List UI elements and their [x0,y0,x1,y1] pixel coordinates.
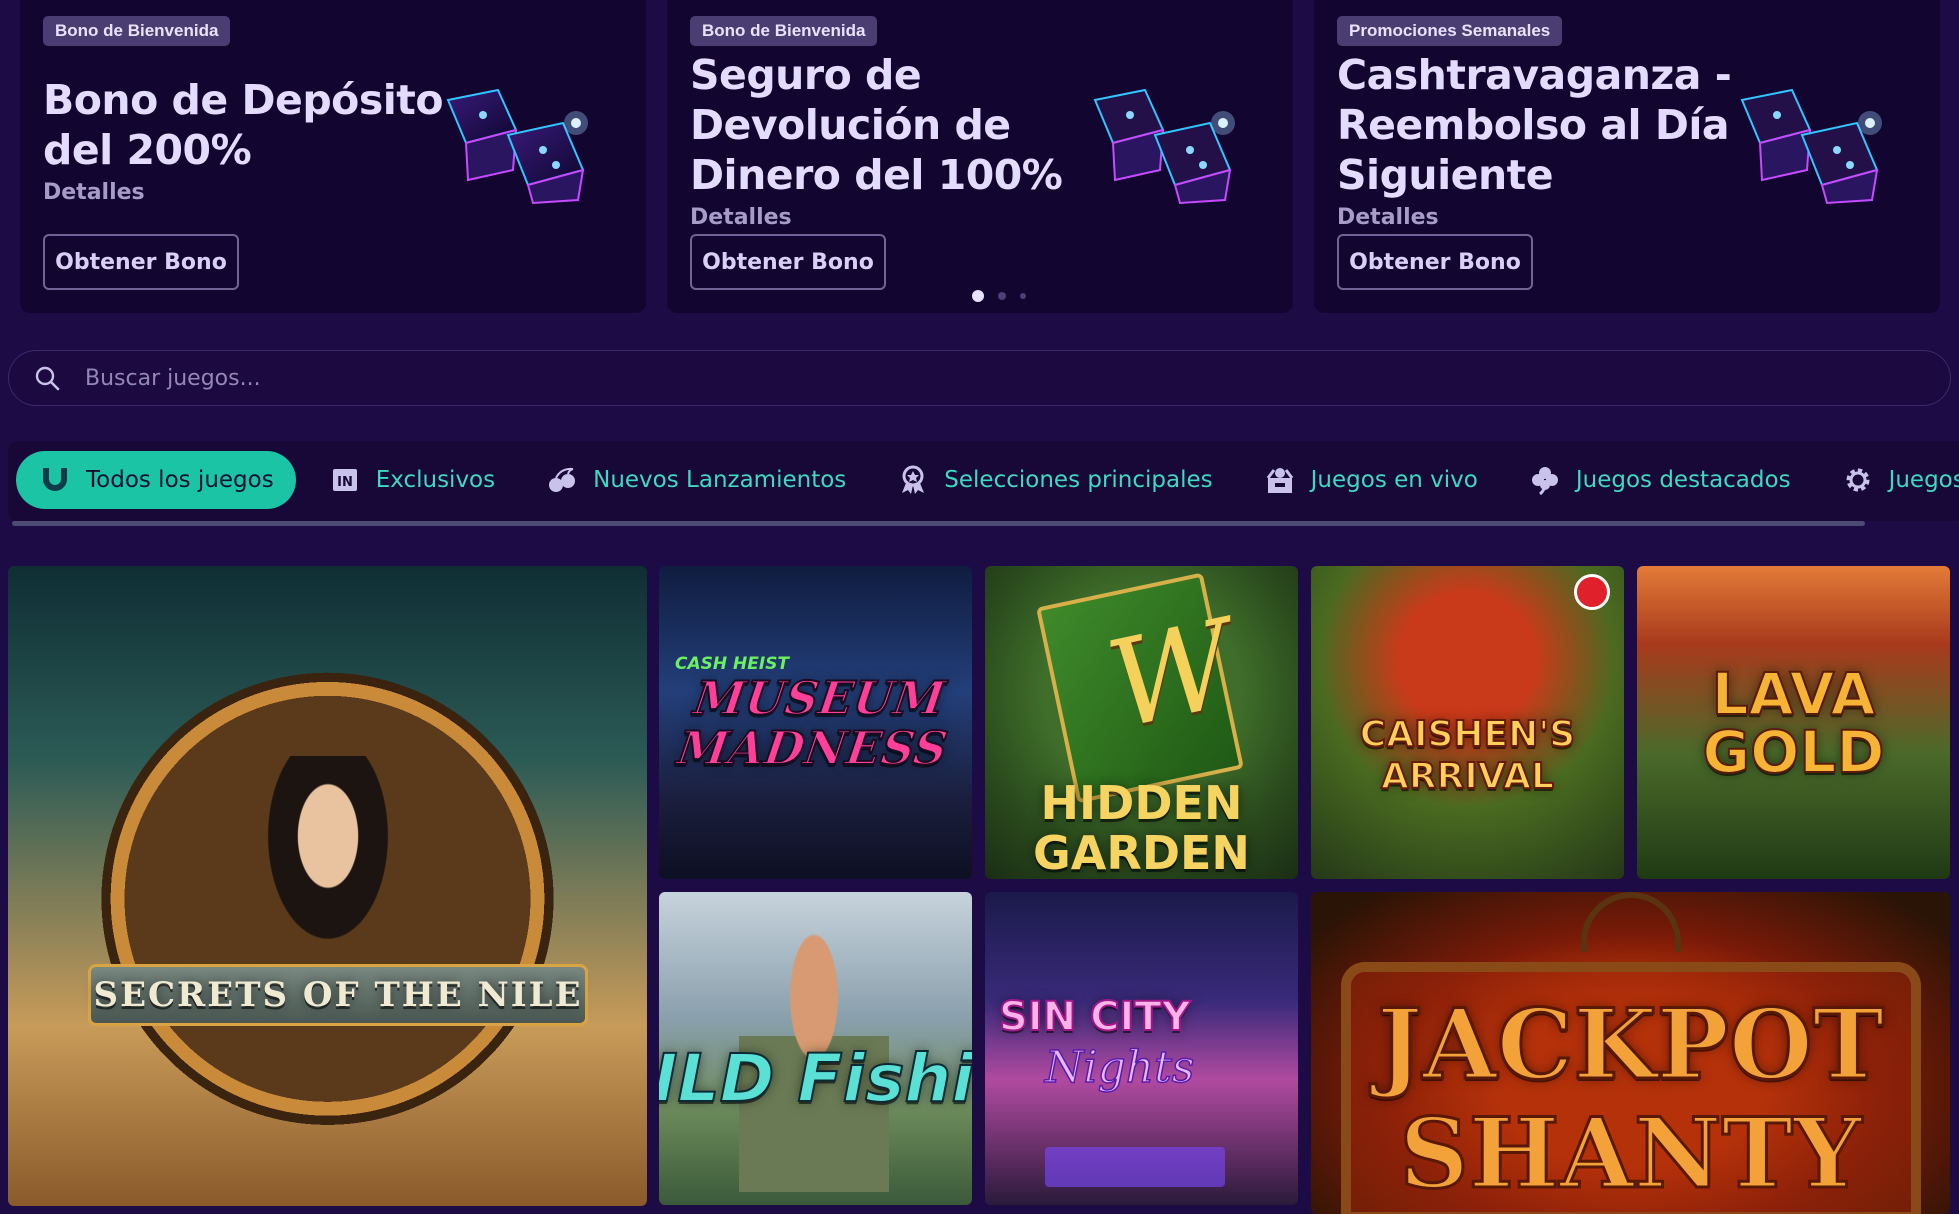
promo-title: Seguro de Devolución de Dinero del 100% [690,51,1063,199]
clover-icon [1530,465,1560,495]
game-art [1045,1147,1225,1187]
game-tile-hidden-garden[interactable]: W HIDDEN GARDEN [985,566,1298,879]
game-title-top: SIN CITY [998,994,1192,1040]
dice-icon [1093,88,1235,205]
promo-carousel: Bono de Bienvenida Bono de Depósito del … [0,0,1959,315]
carousel-dot-1[interactable] [972,290,984,302]
get-bonus-button[interactable]: Obtener Bono [690,234,886,290]
tab-featured-games[interactable]: Juegos destacados [1514,451,1809,509]
ship-wheel-icon [1581,892,1681,952]
game-title: MUSEUM MADNESS [673,670,952,776]
svg-text:IN: IN [337,475,353,490]
gear-icon [1843,465,1873,495]
tab-label: Juegos espec [1888,467,1959,493]
game-tile-museum-madness[interactable]: CASH HEIST MUSEUM MADNESS [659,566,972,879]
game-tile-jackpot-shanty[interactable]: JACKPOT SHANTY [1311,892,1950,1214]
game-title-plate: SECRETS OF THE NILE [88,964,588,1026]
tab-all-games[interactable]: Todos los juegos [16,451,296,509]
promo-details-link[interactable]: Detalles [43,180,145,205]
dice-icon [446,88,588,205]
tab-special-games[interactable]: Juegos espec [1827,451,1959,509]
carousel-pagination [972,290,1026,302]
game-tile-lava-gold[interactable]: LAVA GOLD [1637,566,1950,879]
promo-details-link[interactable]: Detalles [1337,205,1439,230]
game-title: SECRETS OF THE NILE [93,975,583,1015]
game-tile-wild-fishing[interactable]: ILD Fishi [659,892,972,1205]
game-tile-secrets-of-the-nile[interactable]: SECRETS OF THE NILE [8,566,647,1206]
game-title: SHANTY [1398,1096,1863,1212]
tab-label: Selecciones principales [944,467,1213,493]
search-icon [17,350,77,406]
game-title-top: JACKPOT [1376,988,1886,1101]
exclusive-icon: IN [330,465,360,495]
get-bonus-button[interactable]: Obtener Bono [43,234,239,290]
promo-title: Bono de Depósito del 200% [43,76,444,174]
tab-new-releases[interactable]: Nuevos Lanzamientos [531,451,864,509]
carousel-dot-2[interactable] [998,292,1006,300]
tab-label: Exclusivos [375,467,496,493]
tab-label: Nuevos Lanzamientos [593,467,847,493]
award-ribbon-icon [898,465,928,495]
tab-label: Juegos en vivo [1310,467,1478,493]
tab-live-games[interactable]: Juegos en vivo [1249,451,1496,509]
promo-card-cashback-insurance[interactable]: Bono de Bienvenida Seguro de Devolución … [667,0,1293,313]
promo-card-cashtravaganza[interactable]: Promociones Semanales Cashtravaganza - R… [1314,0,1940,313]
dice-icon [1740,88,1882,205]
provider-badge-icon [1574,574,1610,610]
promo-badge: Bono de Bienvenida [690,16,878,46]
category-scrollbar[interactable] [12,521,1865,526]
game-tile-sin-city-nights[interactable]: SIN CITY Nights [985,892,1298,1205]
search-input[interactable] [77,365,1950,391]
horseshoe-icon [40,465,70,495]
cherries-icon [547,465,577,495]
game-tile-caishens-arrival[interactable]: CAISHEN'S ARRIVAL [1311,566,1624,879]
carousel-dot-3[interactable] [1020,293,1026,299]
game-title: CAISHEN'S ARRIVAL [1359,713,1576,798]
promo-badge: Promociones Semanales [1337,16,1563,46]
promo-badge: Bono de Bienvenida [43,16,231,46]
promo-details-link[interactable]: Detalles [690,205,792,230]
tab-label: Juegos destacados [1575,467,1791,493]
tab-label: Todos los juegos [86,467,274,493]
game-title: LAVA GOLD [1701,659,1885,786]
dealer-icon [1265,465,1295,495]
game-title: Nights [1044,1041,1195,1094]
game-art [258,756,398,956]
game-search-bar [8,350,1951,406]
category-tabs: Todos los juegos IN Exclusivos Nuevos La… [8,441,1959,521]
promo-title: Cashtravaganza - Reembolso al Día Siguie… [1337,51,1732,199]
game-title: ILD Fishi [659,1039,972,1118]
get-bonus-button[interactable]: Obtener Bono [1337,234,1533,290]
tab-top-picks[interactable]: Selecciones principales [882,451,1230,509]
tab-exclusives[interactable]: IN Exclusivos [314,451,513,509]
promo-card-deposit-bonus[interactable]: Bono de Bienvenida Bono de Depósito del … [20,0,646,313]
game-title: HIDDEN GARDEN [1033,776,1250,879]
